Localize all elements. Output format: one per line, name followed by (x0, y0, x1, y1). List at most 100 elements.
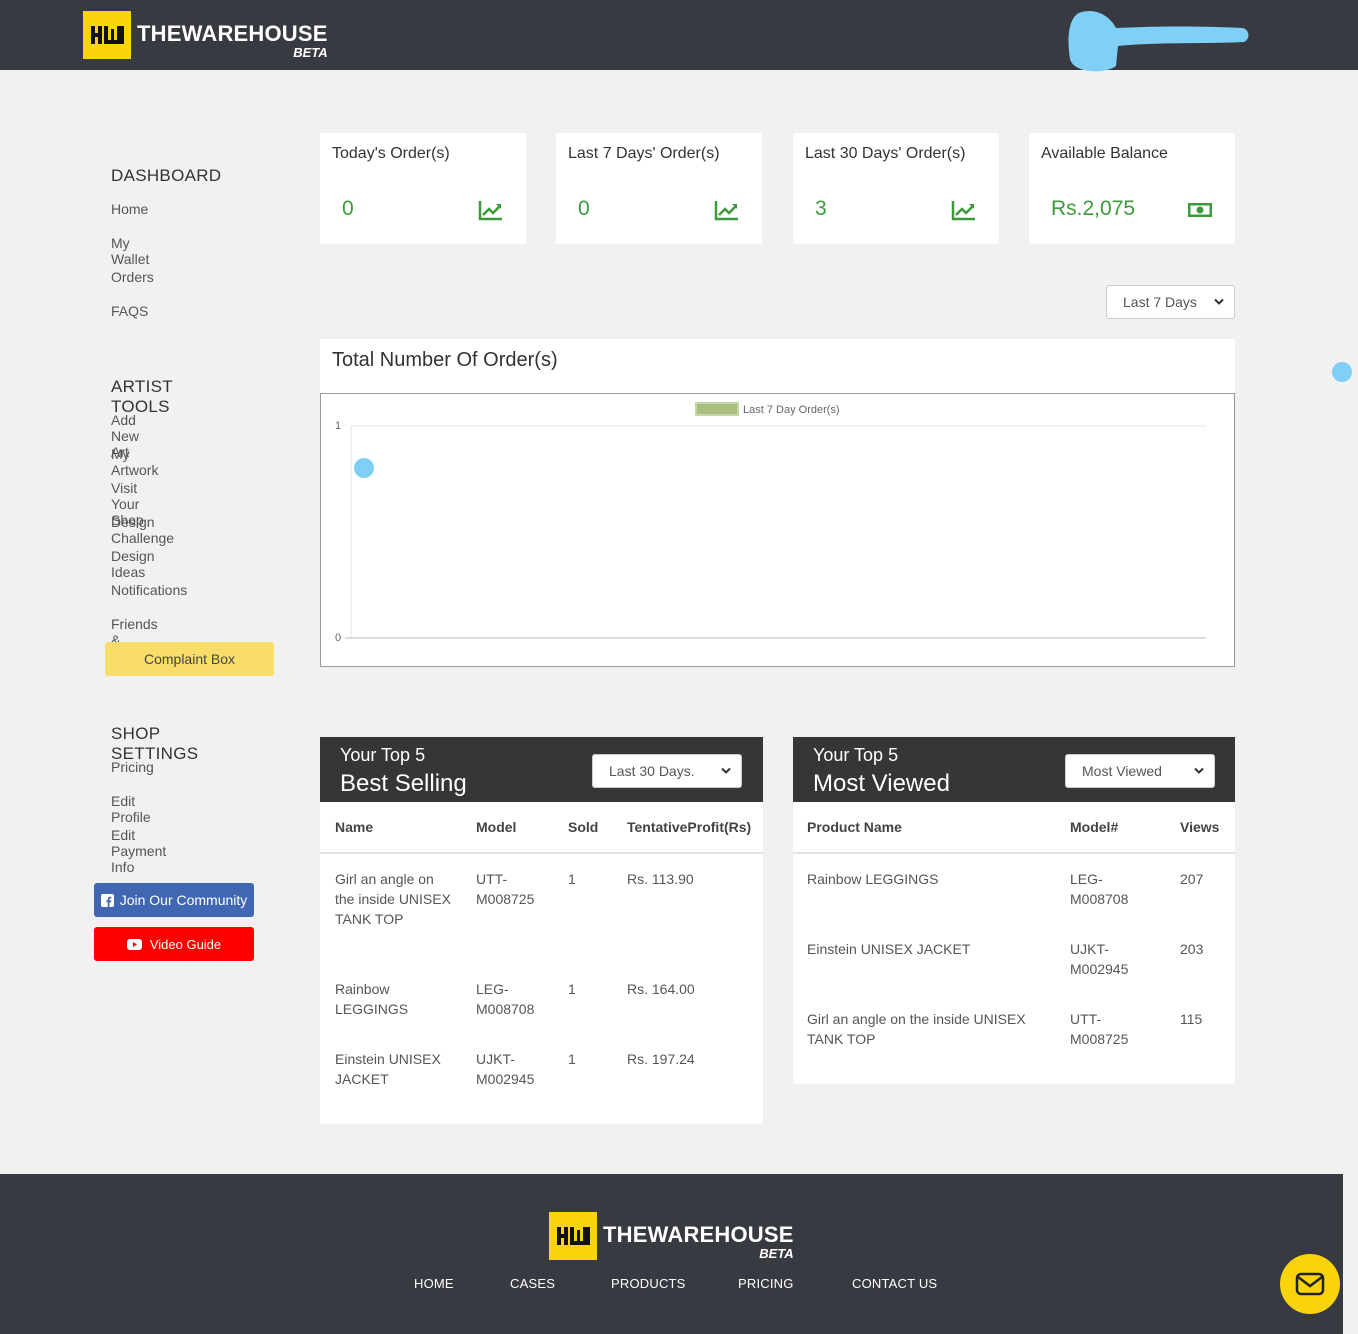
best-selling-panel: Your Top 5 Best Selling Last 30 Days. Na… (320, 737, 763, 1124)
orders-chart: Last 7 Day Order(s) 1 0 (320, 393, 1235, 667)
best-selling-subtitle: Your Top 5 (340, 745, 426, 765)
logo-name: THEWAREHOUSE (137, 21, 328, 46)
stat-label: Last 7 Days' Order(s) (568, 145, 720, 162)
sidebar-item-design-ideas[interactable]: Design Ideas (111, 548, 155, 580)
stat-card-today: Today's Order(s) 0 (320, 133, 526, 244)
youtube-icon (126, 938, 142, 950)
sidebar-item-orders[interactable]: Orders (111, 269, 154, 285)
most-viewed-header: Your Top 5 Most Viewed Most Viewed (793, 737, 1235, 802)
row-name: Rainbow LEGGINGS (335, 981, 409, 1017)
stat-value: 3 (815, 197, 827, 220)
chart-title: Total Number Of Order(s) (332, 349, 558, 371)
row-profit: Rs. 164.00 (627, 981, 695, 997)
sidebar-item-edit-profile[interactable]: Edit Profile (111, 793, 151, 825)
logo-beta: BETA (759, 1246, 794, 1261)
most-viewed-title: Most Viewed (813, 770, 950, 797)
footer-link-products[interactable]: PRODUCTS (611, 1276, 686, 1291)
best-selling-title: Best Selling (340, 770, 467, 797)
chevron-down-icon (1194, 767, 1204, 774)
legend-swatch (695, 402, 739, 416)
money-icon (1188, 203, 1212, 217)
top-header: THEWAREHOUSE BETA (0, 0, 1358, 72)
join-community-button[interactable]: Join Our Community (94, 883, 254, 917)
cursor-dot (1332, 362, 1352, 382)
best-selling-period-select[interactable]: Last 30 Days. (592, 754, 742, 788)
row-sold: 1 (568, 1051, 576, 1067)
video-guide-label: Video Guide (149, 936, 222, 952)
row-model: LEG-M008708 (476, 981, 535, 1017)
chart-panel-header: Total Number Of Order(s) (320, 339, 1235, 393)
complaint-box-button[interactable]: Complaint Box (105, 642, 274, 676)
sidebar-item-home[interactable]: Home (111, 201, 148, 217)
col-header-model: Model# (1070, 819, 1119, 835)
sidebar-item-notifications[interactable]: Notifications (111, 582, 187, 598)
col-header-product-name: Product Name (807, 819, 902, 835)
col-header-name: Name (335, 819, 374, 835)
stat-card-balance: Available Balance Rs.2,075 (1029, 133, 1235, 244)
row-views: 115 (1180, 1011, 1203, 1027)
stat-value: 0 (578, 197, 590, 220)
sidebar-item-design-challenge[interactable]: Design Challenge (111, 514, 174, 546)
sidebar-section-shop-settings: SHOP SETTINGS (111, 724, 199, 763)
stat-card-last-7: Last 7 Days' Order(s) 0 (556, 133, 762, 244)
stat-label: Last 30 Days' Order(s) (805, 145, 966, 162)
most-viewed-sort-select[interactable]: Most Viewed (1065, 754, 1215, 788)
row-model: UJKT-M002945 (476, 1051, 535, 1087)
chevron-down-icon (1214, 298, 1224, 305)
row-name: Einstein UNISEX JACKET (807, 941, 971, 957)
envelope-icon (1295, 1272, 1325, 1296)
redaction-scribble (1068, 10, 1249, 72)
most-viewed-panel: Your Top 5 Most Viewed Most Viewed Produ… (793, 737, 1235, 1084)
message-button[interactable] (1280, 1254, 1340, 1314)
logo-mark (83, 11, 131, 59)
legend-label: Last 7 Day Order(s) (743, 404, 840, 416)
sidebar-item-pricing[interactable]: Pricing (111, 759, 154, 775)
row-profit: Rs. 113.90 (627, 871, 694, 887)
footer-link-contact[interactable]: CONTACT US (852, 1276, 937, 1291)
chart-svg: Last 7 Day Order(s) 1 0 (335, 402, 1206, 644)
stat-label: Available Balance (1041, 145, 1168, 162)
join-community-label: Join Our Community (119, 892, 248, 908)
footer-logo[interactable]: THEWAREHOUSE BETA (549, 1212, 794, 1260)
row-views: 203 (1180, 941, 1204, 957)
sidebar-item-my-artwork[interactable]: My Artwork (111, 446, 158, 478)
col-header-sold: Sold (568, 819, 599, 835)
logo-beta: BETA (293, 45, 328, 60)
chart-line-icon (951, 201, 975, 221)
row-name: Girl an angle on the inside UNISEX TANK … (807, 1011, 1026, 1047)
video-guide-button[interactable]: Video Guide (94, 927, 254, 961)
footer-link-pricing[interactable]: PRICING (738, 1276, 794, 1291)
row-name: Rainbow LEGGINGS (807, 871, 939, 887)
range-select-value: Last 7 Days (1123, 294, 1197, 310)
row-name: Girl an angle on the inside UNISEX TANK … (335, 871, 451, 927)
row-views: 207 (1180, 871, 1204, 887)
header-divider (320, 852, 763, 854)
stat-value: 0 (342, 197, 354, 220)
sidebar-item-my-wallet[interactable]: My Wallet (111, 235, 149, 267)
chart-line-icon (478, 201, 502, 221)
header-divider (793, 852, 1235, 854)
col-header-views: Views (1180, 819, 1220, 835)
y-tick-label: 1 (335, 420, 341, 432)
sidebar-section-dashboard: DASHBOARD (111, 166, 222, 185)
row-model: UTT-M008725 (476, 871, 535, 907)
stat-card-last-30: Last 30 Days' Order(s) 3 (793, 133, 999, 244)
most-viewed-subtitle: Your Top 5 (813, 745, 899, 765)
best-selling-header: Your Top 5 Best Selling Last 30 Days. (320, 737, 763, 802)
row-model: LEG-M008708 (1070, 871, 1129, 907)
logo-name: THEWAREHOUSE (603, 1222, 794, 1247)
sidebar-item-faqs[interactable]: FAQS (111, 303, 148, 319)
footer-link-cases[interactable]: CASES (510, 1276, 555, 1291)
row-sold: 1 (568, 981, 576, 997)
footer-link-home[interactable]: HOME (414, 1276, 454, 1291)
best-selling-select-value: Last 30 Days. (609, 763, 695, 779)
col-header-model: Model (476, 819, 517, 835)
stat-label: Today's Order(s) (332, 145, 450, 162)
sidebar-item-edit-payment[interactable]: Edit Payment Info (111, 827, 166, 875)
footer: THEWAREHOUSE BETA HOME CASES PRODUCTS PR… (0, 1174, 1343, 1334)
range-select[interactable]: Last 7 Days (1106, 285, 1235, 319)
row-model: UJKT-M002945 (1070, 941, 1129, 977)
site-logo[interactable]: THEWAREHOUSE BETA (83, 11, 328, 59)
stat-value: Rs.2,075 (1051, 197, 1136, 220)
chevron-down-icon (721, 767, 731, 774)
